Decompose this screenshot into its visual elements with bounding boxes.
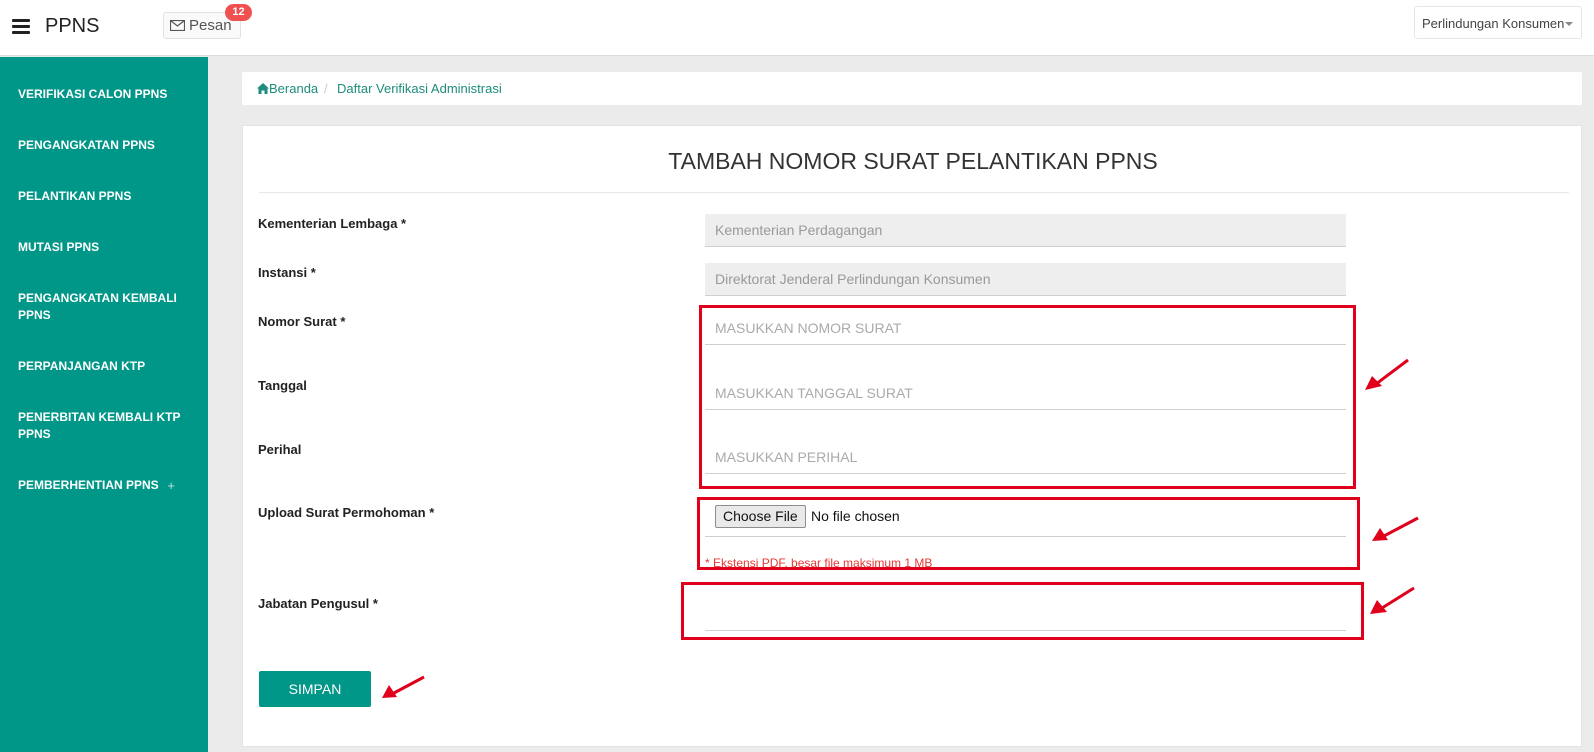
- sidebar-item-pengangkatan[interactable]: PENGANGKATAN PPNS: [18, 137, 193, 154]
- breadcrumb: Beranda / Daftar Verifikasi Administrasi: [242, 72, 1582, 105]
- label-instansi: Instansi *: [258, 265, 316, 280]
- top-header: PPNS Pesan 12 Perlindungan Konsumen: [0, 0, 1594, 56]
- sidebar-item-mutasi[interactable]: MUTASI PPNS: [18, 239, 193, 256]
- sidebar-item-verifikasi[interactable]: VERIFIKASI CALON PPNS: [18, 86, 193, 103]
- simpan-button[interactable]: SIMPAN: [259, 671, 371, 707]
- messages-label: Pesan: [189, 17, 232, 34]
- sidebar-item-perpanjangan-ktp[interactable]: PERPANJANGAN KTP: [18, 358, 193, 375]
- user-dropdown-label: Perlindungan Konsumen: [1422, 16, 1565, 31]
- label-kementerian: Kementerian Lembaga *: [258, 216, 407, 231]
- messages-count-badge: 12: [225, 4, 252, 21]
- sidebar-item-label: PEMBERHENTIAN PPNS: [18, 478, 159, 492]
- label-perihal: Perihal: [258, 442, 302, 457]
- hamburger-menu-icon[interactable]: [12, 19, 30, 34]
- kementerian-field[interactable]: [705, 214, 1346, 247]
- expand-plus-icon[interactable]: +: [167, 477, 175, 494]
- choose-file-button[interactable]: Choose File: [715, 505, 806, 528]
- tanggal-input[interactable]: [705, 377, 1346, 410]
- page-title: TAMBAH NOMOR SURAT PELANTIKAN PPNS: [668, 148, 1158, 174]
- brand-title: PPNS: [45, 15, 100, 37]
- home-icon: [257, 83, 269, 94]
- user-dropdown[interactable]: Perlindungan Konsumen: [1414, 6, 1582, 39]
- breadcrumb-separator: /: [324, 81, 328, 96]
- sidebar: VERIFIKASI CALON PPNS PENGANGKATAN PPNS …: [0, 57, 208, 752]
- title-divider: [259, 192, 1569, 193]
- label-upload: Upload Surat Permohoman *: [258, 505, 435, 520]
- breadcrumb-current[interactable]: Daftar Verifikasi Administrasi: [337, 81, 502, 96]
- sidebar-item-pemberhentian[interactable]: PEMBERHENTIAN PPNS +: [18, 477, 193, 494]
- perihal-input[interactable]: [705, 441, 1346, 474]
- instansi-field[interactable]: [705, 263, 1346, 296]
- jabatan-input[interactable]: [705, 598, 1346, 631]
- breadcrumb-home[interactable]: Beranda: [269, 81, 318, 96]
- sidebar-item-pengangkatan-kembali[interactable]: PENGANGKATAN KEMBALI PPNS: [18, 290, 193, 324]
- sidebar-item-penerbitan-ktp[interactable]: PENERBITAN KEMBALI KTP PPNS: [18, 409, 193, 443]
- label-nomor-surat: Nomor Surat *: [258, 314, 346, 329]
- envelope-icon: [170, 20, 185, 31]
- upload-file-field: Choose File No file chosen: [705, 504, 1346, 537]
- label-tanggal: Tanggal: [258, 378, 307, 393]
- nomor-surat-input[interactable]: [705, 312, 1346, 345]
- upload-hint: * Ekstensi PDF, besar file maksimum 1 MB: [705, 556, 933, 570]
- file-status-text: No file chosen: [811, 508, 900, 524]
- sidebar-item-pelantikan[interactable]: PELANTIKAN PPNS: [18, 188, 193, 205]
- caret-down-icon: [1565, 22, 1573, 26]
- label-jabatan: Jabatan Pengusul *: [258, 596, 378, 611]
